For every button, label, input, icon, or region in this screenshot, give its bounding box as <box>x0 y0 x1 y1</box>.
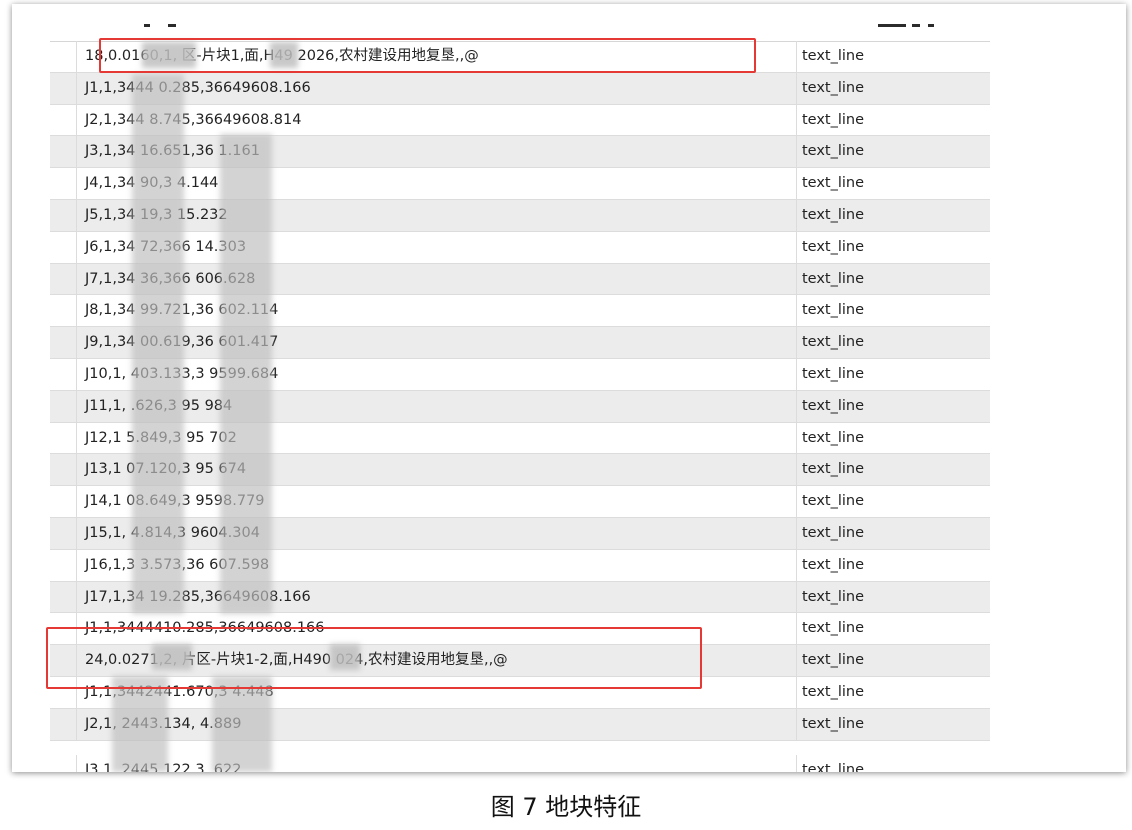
table-row[interactable]: 14J1,1,3444 0.285,36649608.166text_line <box>50 72 990 105</box>
row-text-cell[interactable]: J14,1 08.649,3 9598.779 <box>76 486 796 518</box>
table-row[interactable]: 22J9,1,34 00.619,36 601.417text_line <box>50 327 990 359</box>
row-type-cell[interactable]: text_line <box>796 645 990 677</box>
row-type-cell[interactable]: text_line <box>796 486 990 518</box>
row-text-cell[interactable]: J13,1 07.120,3 95 674 <box>76 454 796 487</box>
highlight-box-row-13 <box>99 38 756 73</box>
row-type-cell[interactable]: text_line <box>796 422 990 455</box>
row-number: 28 <box>50 518 76 550</box>
row-text-cell[interactable]: J8,1,34 99.721,36 602.114 <box>76 295 796 328</box>
figure-caption: 图 7 地块特征 <box>490 793 642 821</box>
row-text-cell[interactable]: J15,1, 4.814,3 9604.304 <box>76 517 796 550</box>
table-row[interactable]: 30J17,1,34 19.285,36649608.166text_line <box>50 581 990 614</box>
highlight-box-row-32 <box>46 627 702 689</box>
row-number: 18 <box>50 200 76 232</box>
row-type-cell[interactable]: text_line <box>796 708 990 741</box>
row-type-cell[interactable]: text_line <box>796 231 990 264</box>
row-type-cell[interactable]: text_line <box>796 517 990 550</box>
row-number: 17 <box>50 168 76 200</box>
row-type-cell[interactable]: text_line <box>796 454 990 487</box>
row-text-cell[interactable]: J2,1, 2443.134, 4.889 <box>76 708 796 741</box>
row-text-cell[interactable]: J6,1,34 72,366 14.303 <box>76 231 796 264</box>
table-row[interactable]: 15J2,1,344 8.745,36649608.814text_line <box>50 104 990 137</box>
table-row[interactable]: 28J15,1, 4.814,3 9604.304text_line <box>50 517 990 550</box>
table-row[interactable]: 25J12,1 5.849,3 95 702text_line <box>50 422 990 455</box>
redaction-blur <box>132 74 184 614</box>
row-text-cell[interactable]: J2,1,344 8.745,36649608.814 <box>76 104 796 137</box>
row-type-cell[interactable]: text_line <box>796 263 990 296</box>
row-text-cell[interactable]: J1,1,3444 0.285,36649608.166 <box>76 72 796 105</box>
screenshot-frame: 1318,0.0160,1, 区-片块1,面,H49 2026,农村建设用地复垦… <box>12 4 1126 772</box>
table-row[interactable]: 19J6,1,34 72,366 14.303text_line <box>50 231 990 264</box>
redaction-blur <box>212 676 272 772</box>
row-text-cell[interactable]: J4,1,34 90,3 4.144 <box>76 168 796 200</box>
row-text-cell[interactable]: J10,1, 403.133,3 9599.684 <box>76 358 796 391</box>
row-type-cell[interactable]: text_line <box>796 136 990 169</box>
row-number: 26 <box>50 454 76 486</box>
header-row-cut <box>50 4 990 42</box>
table-row[interactable]: 18J5,1,34 19,3 15.232text_line <box>50 199 990 232</box>
row-text-cell[interactable]: J3,1, 2445.122,3 .622 <box>76 755 796 772</box>
row-text-cell[interactable]: J12,1 5.849,3 95 702 <box>76 422 796 455</box>
row-text-cell[interactable]: J17,1,34 19.285,36649608.166 <box>76 581 796 614</box>
row-number: 21 <box>50 295 76 327</box>
row-number: 19 <box>50 232 76 264</box>
row-type-cell[interactable]: text_line <box>796 755 990 772</box>
row-number: 20 <box>50 264 76 296</box>
table-row[interactable]: 16J3,1,34 16.651,36 1.161text_line <box>50 136 990 169</box>
row-number: 35 <box>50 755 76 772</box>
row-number: 13 <box>50 41 76 73</box>
row-number: 30 <box>50 582 76 614</box>
row-type-cell[interactable]: text_line <box>796 295 990 328</box>
row-number: 23 <box>50 359 76 391</box>
row-number: 15 <box>50 105 76 137</box>
row-number: 14 <box>50 73 76 105</box>
row-number: 34 <box>50 709 76 741</box>
row-text-cell[interactable]: J5,1,34 19,3 15.232 <box>76 199 796 232</box>
row-type-cell[interactable]: text_line <box>796 390 990 423</box>
row-text-cell[interactable]: J16,1,3 3.573,36 607.598 <box>76 549 796 582</box>
row-type-cell[interactable]: text_line <box>796 72 990 105</box>
row-number: 29 <box>50 550 76 582</box>
table-row[interactable]: 23J10,1, 403.133,3 9599.684text_line <box>50 358 990 391</box>
row-type-cell[interactable]: text_line <box>796 104 990 137</box>
row-number: 24 <box>50 391 76 423</box>
table-row[interactable]: 35J3,1, 2445.122,3 .622text_line <box>50 749 990 772</box>
row-type-cell[interactable]: text_line <box>796 581 990 614</box>
row-type-cell[interactable]: text_line <box>796 199 990 232</box>
row-number: 16 <box>50 136 76 168</box>
row-type-cell[interactable]: text_line <box>796 358 990 391</box>
row-text-cell[interactable]: J7,1,34 36,366 606.628 <box>76 263 796 296</box>
row-text-cell[interactable]: J11,1, .626,3 95 984 <box>76 390 796 423</box>
table-row[interactable]: 21J8,1,34 99.721,36 602.114text_line <box>50 295 990 328</box>
table-row[interactable]: 34J2,1, 2443.134, 4.889text_line <box>50 708 990 741</box>
table-row[interactable]: 26J13,1 07.120,3 95 674text_line <box>50 454 990 487</box>
row-type-cell[interactable]: text_line <box>796 613 990 646</box>
row-number: 22 <box>50 327 76 359</box>
table-row[interactable]: 20J7,1,34 36,366 606.628text_line <box>50 263 990 296</box>
table-row[interactable]: 27J14,1 08.649,3 9598.779text_line <box>50 486 990 518</box>
row-number: 25 <box>50 423 76 455</box>
row-text-cell[interactable]: J9,1,34 00.619,36 601.417 <box>76 327 796 359</box>
table-row[interactable]: 24J11,1, .626,3 95 984text_line <box>50 390 990 423</box>
row-number: 27 <box>50 486 76 518</box>
table-row[interactable]: 17J4,1,34 90,3 4.144text_line <box>50 168 990 200</box>
row-type-cell[interactable]: text_line <box>796 549 990 582</box>
table-row[interactable]: 29J16,1,3 3.573,36 607.598text_line <box>50 549 990 582</box>
row-type-cell[interactable]: text_line <box>796 676 990 709</box>
row-type-cell[interactable]: text_line <box>796 327 990 359</box>
row-text-cell[interactable]: J3,1,34 16.651,36 1.161 <box>76 136 796 169</box>
row-type-cell[interactable]: text_line <box>796 168 990 200</box>
redaction-blur <box>112 676 168 772</box>
row-type-cell[interactable]: text_line <box>796 41 990 73</box>
redaction-blur <box>220 134 272 614</box>
